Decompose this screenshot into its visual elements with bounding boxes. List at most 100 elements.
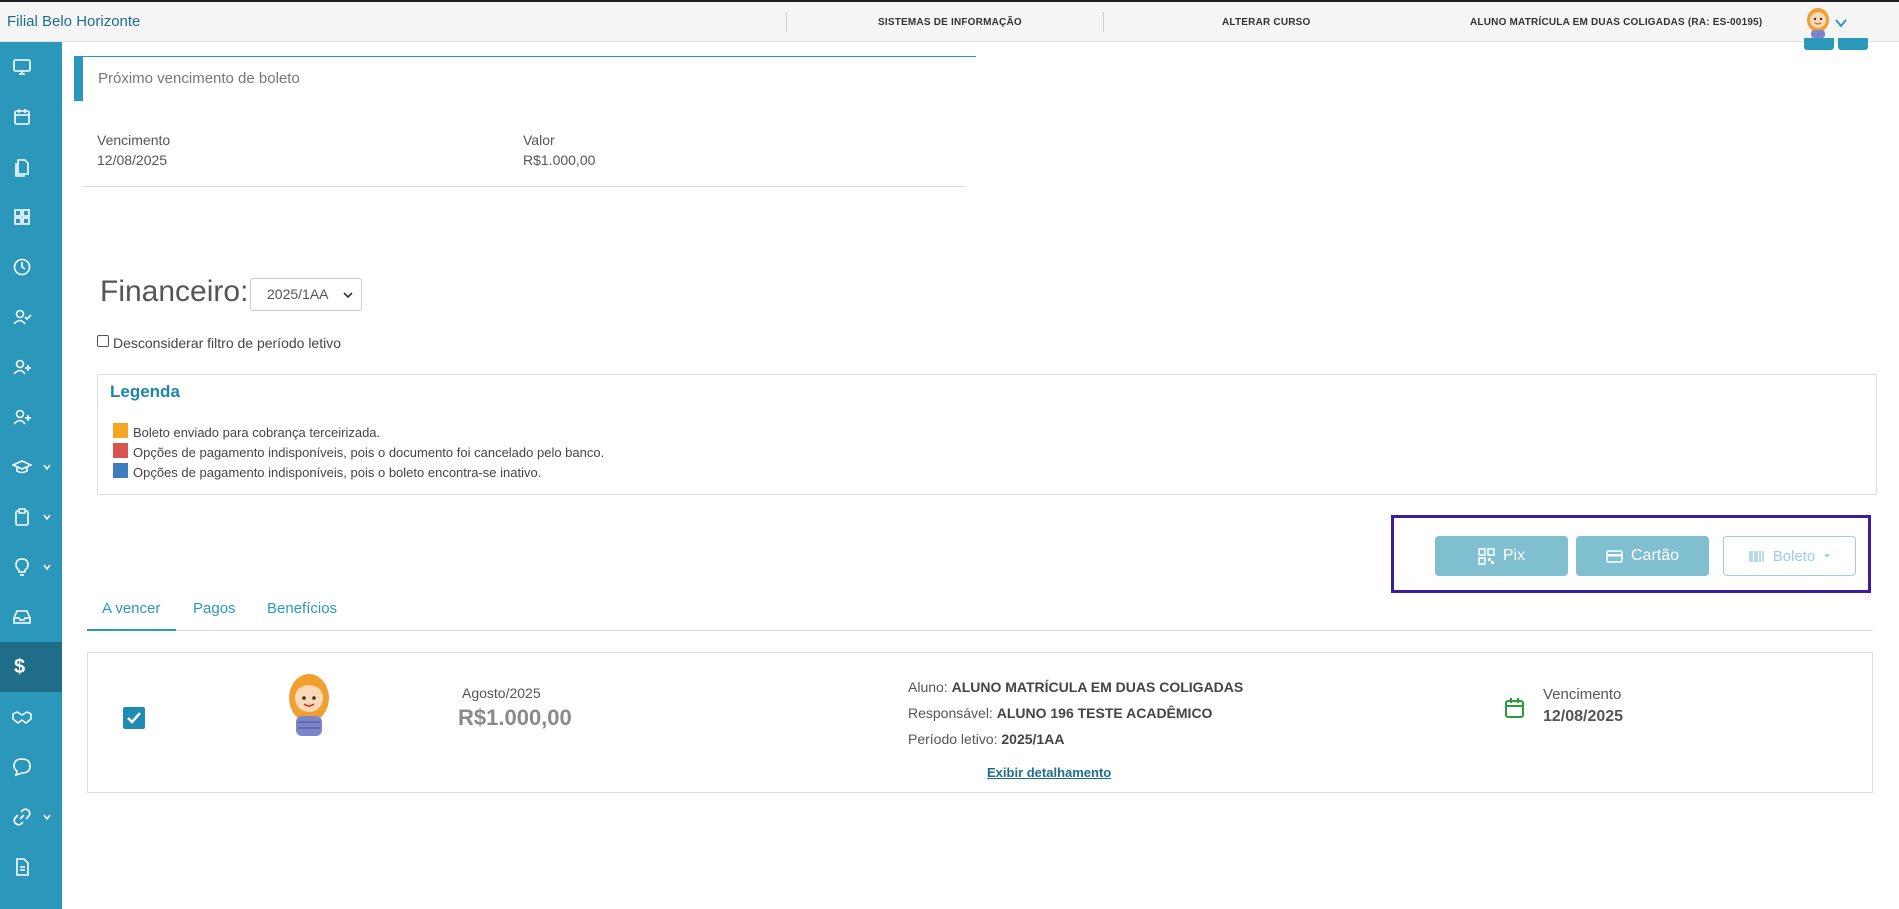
pix-button-label: Pix [1502, 547, 1526, 564]
sidebar-item-user-check[interactable] [0, 292, 62, 342]
nav-aluno[interactable]: ALUNO MATRÍCULA EM DUAS COLIGADAS (RA: E… [1470, 17, 1762, 28]
aluno-label: Aluno: [908, 679, 948, 695]
calendar-icon [14, 109, 30, 125]
credit-card-icon [1606, 549, 1623, 563]
sidebar-item-file[interactable] [0, 842, 62, 892]
divider [786, 12, 787, 32]
tab-beneficios[interactable]: Benefícios [267, 600, 337, 617]
item-responsavel: Responsável: ALUNO 196 TESTE ACADÊMICO [908, 705, 1212, 721]
boleto-dropdown-button[interactable]: Boleto [1723, 536, 1856, 576]
chevron-down-icon [43, 514, 51, 521]
calendar-icon [1505, 698, 1524, 718]
periodo-value: 2025/1AA [1001, 731, 1065, 747]
user-plus-icon [13, 359, 31, 375]
nav-sistemas[interactable]: SISTEMAS DE INFORMAÇÃO [878, 17, 1022, 28]
clipboard-icon [15, 508, 29, 526]
item-amount: R$1.000,00 [458, 705, 572, 730]
grid-icon [14, 209, 30, 225]
caret-down-icon [1824, 554, 1831, 558]
period-select[interactable]: 2025/1AA [250, 278, 362, 311]
valor-value: R$1.000,00 [523, 152, 596, 168]
sidebar-item-user-add-2[interactable] [0, 392, 62, 442]
item-periodo: Período letivo: 2025/1AA [908, 731, 1064, 747]
vencimento-value: 12/08/2025 [97, 152, 168, 168]
tab-a-vencer[interactable]: A vencer [102, 600, 160, 617]
chevron-down-icon[interactable] [1834, 16, 1848, 30]
sidebar-item-chat[interactable] [0, 742, 62, 792]
clock-icon [13, 258, 31, 276]
responsavel-value: ALUNO 196 TESTE ACADÊMICO [996, 705, 1213, 721]
financeiro-title: Financeiro: [100, 275, 249, 308]
pix-button[interactable]: Pix [1435, 536, 1568, 576]
sidebar-item-links[interactable] [0, 792, 62, 842]
user-check-icon [13, 309, 32, 325]
sidebar-item-history[interactable] [0, 242, 62, 292]
legend-swatch-red [113, 443, 128, 458]
next-due-title: Próximo vencimento de boleto [98, 70, 300, 87]
sidebar-item-ideas[interactable] [0, 542, 62, 592]
barcode-icon [1748, 550, 1764, 562]
legend-item: Opções de pagamento indisponíveis, pois … [133, 445, 605, 460]
sidebar: $ [0, 42, 62, 909]
vencimento-label: Vencimento [97, 132, 171, 148]
sidebar-item-inbox[interactable] [0, 592, 62, 642]
valor-label: Valor [523, 132, 555, 148]
item-month: Agosto/2025 [462, 685, 541, 701]
sidebar-item-clipboard[interactable] [0, 492, 62, 542]
item-vencimento-label: Vencimento [1543, 686, 1622, 703]
tab-pagos[interactable]: Pagos [193, 600, 236, 617]
user-avatar-icon[interactable] [1804, 6, 1832, 38]
chat-icon [13, 758, 31, 777]
tabs-divider [87, 630, 1873, 631]
divider [82, 186, 966, 187]
sidebar-item-academic[interactable] [0, 442, 62, 492]
check-icon [127, 712, 141, 724]
monitor-icon [13, 59, 31, 75]
sidebar-item-calendar[interactable] [0, 92, 62, 142]
sidebar-item-dashboard[interactable] [0, 42, 62, 92]
legend-title: Legenda [110, 382, 180, 401]
sidebar-item-grid[interactable] [0, 192, 62, 242]
item-checkbox[interactable] [123, 707, 145, 729]
chevron-down-icon [343, 292, 353, 299]
nav-alterar-curso[interactable]: ALTERAR CURSO [1222, 17, 1311, 28]
item-vencimento-value: 12/08/2025 [1543, 708, 1624, 725]
sidebar-item-documents[interactable] [0, 142, 62, 192]
user-plus-icon [13, 409, 31, 425]
period-select-value: 2025/1AA [267, 286, 329, 302]
sidebar-item-financeiro[interactable]: $ [0, 642, 62, 692]
legend-item: Opções de pagamento indisponíveis, pois … [133, 465, 542, 480]
sidebar-item-agreements[interactable] [0, 692, 62, 742]
dollar-icon: $ [14, 655, 26, 678]
legend-swatch-orange [113, 423, 128, 438]
inbox-icon [13, 610, 31, 624]
chevron-down-icon [43, 814, 51, 821]
cartao-button-label: Cartão [1630, 547, 1680, 564]
chevron-down-icon [43, 464, 51, 471]
boleto-button-label: Boleto [1772, 547, 1816, 565]
qr-code-icon [1478, 547, 1495, 565]
lightbulb-icon [15, 558, 29, 576]
documents-icon [15, 159, 29, 177]
periodo-label: Período letivo: [908, 731, 998, 747]
toolbar-button[interactable] [1804, 38, 1834, 50]
sidebar-item-user-add[interactable] [0, 342, 62, 392]
toolbar-button[interactable] [1838, 38, 1868, 50]
aluno-value: ALUNO MATRÍCULA EM DUAS COLIGADAS [951, 679, 1244, 695]
active-tab-indicator [87, 629, 176, 631]
show-details-link[interactable]: Exibir detalhamento [987, 765, 1111, 780]
chevron-down-icon [43, 564, 51, 571]
legend-item: Boleto enviado para cobrança terceirizad… [133, 425, 381, 440]
legend-swatch-blue [113, 463, 128, 478]
graduation-cap-icon [12, 460, 32, 474]
cartao-button[interactable]: Cartão [1576, 536, 1709, 576]
brand-title[interactable]: Filial Belo Horizonte [7, 13, 140, 30]
top-bar: Filial Belo Horizonte SISTEMAS DE INFORM… [0, 0, 1899, 42]
filter-checkbox-label[interactable]: Desconsiderar filtro de período letivo [113, 335, 341, 351]
filter-checkbox[interactable] [97, 335, 109, 347]
responsavel-label: Responsável: [908, 705, 993, 721]
handshake-icon [12, 711, 32, 724]
student-avatar-icon [289, 674, 329, 736]
divider [1103, 12, 1104, 32]
item-aluno: Aluno: ALUNO MATRÍCULA EM DUAS COLIGADAS [908, 679, 1243, 695]
